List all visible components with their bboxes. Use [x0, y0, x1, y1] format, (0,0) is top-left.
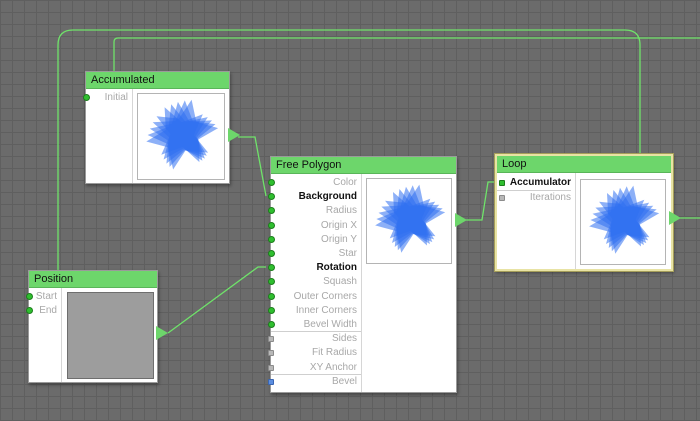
- port-star[interactable]: Star: [268, 247, 357, 261]
- port-label: Inner Corners: [295, 304, 357, 316]
- preview-position: [67, 292, 154, 379]
- node-title-loop[interactable]: Loop: [497, 156, 671, 173]
- preview-free-polygon: [366, 178, 452, 264]
- star-preview-image: [589, 185, 660, 254]
- port-start[interactable]: Start: [26, 290, 57, 304]
- port-label: Fit Radius: [311, 347, 357, 359]
- output-port-accumulated[interactable]: [228, 128, 240, 142]
- port-label: Origin Y: [321, 233, 357, 245]
- port-label: Start: [35, 291, 57, 302]
- port-radius[interactable]: Radius: [268, 204, 357, 218]
- port-label: Iterations: [529, 192, 571, 203]
- port-sides[interactable]: Sides: [268, 332, 357, 346]
- wire-accumulated-to-background: [238, 136, 267, 197]
- port-dot[interactable]: [268, 378, 274, 385]
- output-port-loop[interactable]: [669, 211, 681, 225]
- port-iterations[interactable]: Iterations: [497, 191, 571, 205]
- port-squash[interactable]: Squash: [268, 275, 357, 289]
- port-color[interactable]: Color: [268, 176, 357, 190]
- port-label: Background: [298, 191, 357, 203]
- port-label: Initial: [104, 92, 128, 103]
- port-label: Accumulator: [509, 177, 571, 188]
- port-background[interactable]: Background: [268, 190, 357, 204]
- port-label: Squash: [323, 276, 357, 288]
- node-position[interactable]: Position Start End: [26, 270, 158, 383]
- port-label: Star: [338, 248, 357, 259]
- port-initial[interactable]: Initial: [83, 91, 128, 105]
- output-port-free-polygon[interactable]: [455, 213, 467, 227]
- star-preview-image: [375, 184, 446, 253]
- node-loop[interactable]: Loop Accumulator Iterations: [495, 154, 673, 271]
- port-label: Sides: [331, 333, 357, 345]
- node-accumulated[interactable]: Accumulated Initial: [83, 71, 230, 184]
- port-outer-corners[interactable]: Outer Corners: [268, 290, 357, 304]
- port-dot[interactable]: [268, 350, 274, 357]
- node-free-polygon[interactable]: Free Polygon Color Background Radius Origin…: [268, 156, 457, 393]
- port-dot[interactable]: [268, 250, 275, 257]
- node-title-accumulated[interactable]: Accumulated: [86, 72, 229, 89]
- port-dot[interactable]: [26, 293, 33, 300]
- port-label: Outer Corners: [293, 290, 357, 302]
- port-bevel[interactable]: Bevel: [268, 375, 357, 389]
- port-dot[interactable]: [83, 94, 90, 101]
- port-dot[interactable]: [268, 278, 275, 286]
- node-title-free-polygon[interactable]: Free Polygon: [271, 157, 456, 174]
- port-dot[interactable]: [268, 179, 275, 186]
- port-dot[interactable]: [268, 207, 275, 215]
- output-port-position[interactable]: [156, 326, 168, 340]
- port-dot[interactable]: [499, 195, 505, 201]
- port-dot[interactable]: [268, 235, 275, 243]
- port-dot[interactable]: [268, 321, 275, 328]
- star-preview-image: [146, 99, 219, 169]
- port-dot[interactable]: [268, 221, 275, 229]
- port-label: XY Anchor: [309, 361, 357, 373]
- wire-loop-feedback-inner: [113, 37, 700, 72]
- node-title-position[interactable]: Position: [29, 271, 157, 288]
- port-fit-radius[interactable]: Fit Radius: [268, 346, 357, 360]
- port-label: Bevel: [331, 375, 357, 387]
- port-origin-y[interactable]: Origin Y: [268, 233, 357, 247]
- port-dot[interactable]: [499, 180, 505, 186]
- port-dot[interactable]: [268, 364, 274, 371]
- port-bevel-width[interactable]: Bevel Width: [268, 318, 357, 332]
- preview-loop: [580, 179, 666, 265]
- port-dot[interactable]: [26, 307, 33, 314]
- wire-polygon-to-loop: [466, 181, 495, 221]
- port-rotation[interactable]: Rotation: [268, 261, 357, 275]
- preview-accumulated: [137, 93, 225, 180]
- port-label: Rotation: [316, 262, 357, 274]
- port-end[interactable]: End: [26, 304, 57, 318]
- port-xy-anchor[interactable]: XY Anchor: [268, 361, 357, 375]
- port-label: Origin X: [320, 219, 357, 231]
- port-dot[interactable]: [268, 306, 275, 314]
- port-label: Bevel Width: [303, 319, 357, 330]
- port-dot[interactable]: [268, 292, 275, 300]
- port-origin-x[interactable]: Origin X: [268, 219, 357, 233]
- port-dot[interactable]: [268, 336, 274, 343]
- port-inner-corners[interactable]: Inner Corners: [268, 304, 357, 318]
- port-label: Radius: [325, 205, 357, 217]
- port-accumulator[interactable]: Accumulator: [497, 176, 571, 191]
- port-label: End: [39, 305, 57, 316]
- wire-position-to-rotation: [167, 266, 266, 334]
- port-dot[interactable]: [268, 193, 275, 201]
- port-dot[interactable]: [268, 264, 275, 272]
- port-label: Color: [333, 177, 357, 188]
